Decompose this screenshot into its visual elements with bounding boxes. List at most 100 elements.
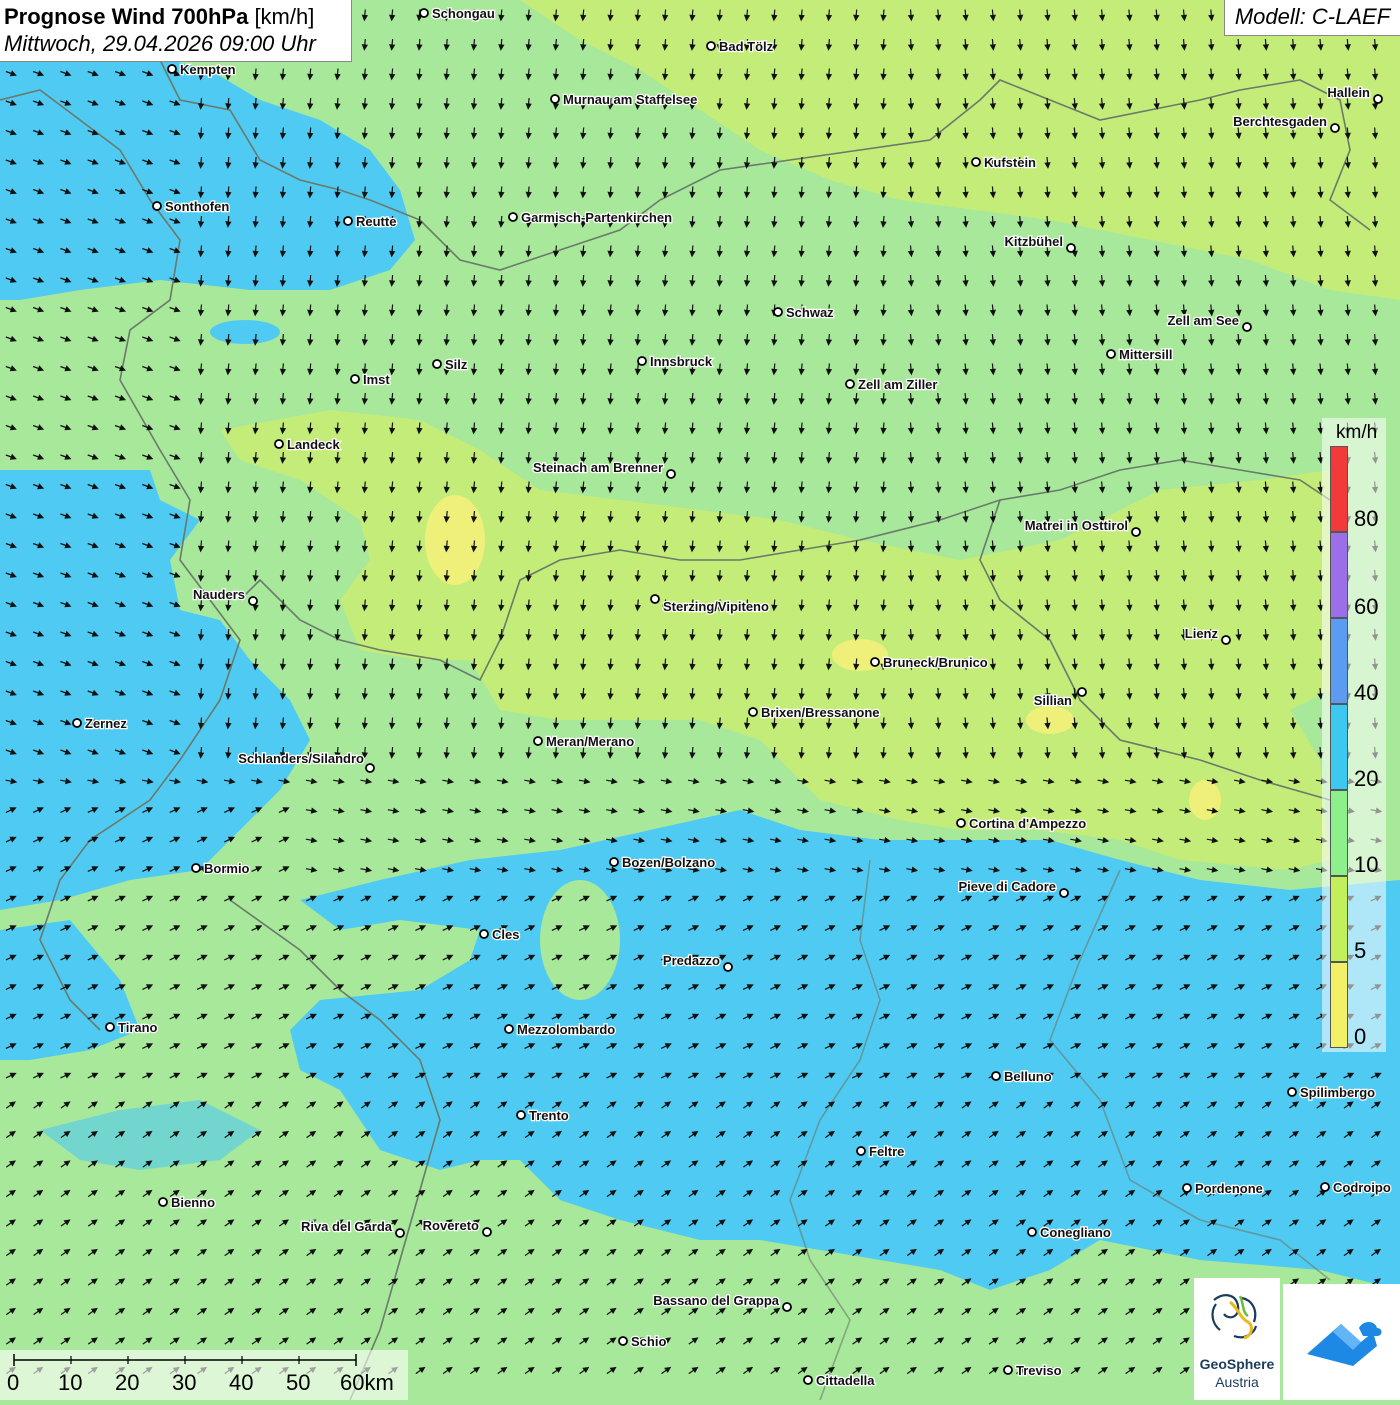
- city-bruneck-brunico: Bruneck/Brunico: [870, 654, 989, 671]
- city-label: Schlanders/Silandro: [238, 751, 364, 766]
- zone-0-5-2: [832, 639, 888, 671]
- city-dot: [395, 1228, 405, 1238]
- city-label: Bienno: [171, 1195, 215, 1210]
- city-label: Landeck: [287, 437, 341, 452]
- city-dot: [1003, 1365, 1013, 1375]
- city-label: Bassano del Grappa: [653, 1293, 779, 1308]
- city-dot: [1131, 527, 1141, 537]
- city-label: Treviso: [1016, 1363, 1062, 1378]
- city-label: Hallein: [1327, 85, 1370, 100]
- city-label: Schwaz: [786, 305, 834, 320]
- city-label: Trento: [529, 1108, 569, 1123]
- city-dot: [609, 857, 619, 867]
- city-zell-am-ziller: Zell am Ziller: [845, 376, 939, 393]
- city-sonthofen: Sonthofen: [152, 198, 231, 215]
- city-label: Rovereto: [423, 1218, 479, 1233]
- city-dot: [432, 359, 442, 369]
- city-dot: [748, 707, 758, 717]
- city-schongau: Schongau: [419, 5, 496, 22]
- scale-line: [13, 1354, 357, 1366]
- zone-10-20-island: [540, 880, 620, 1000]
- legend-tick-60: 60: [1354, 594, 1379, 619]
- city-label: Bozen/Bolzano: [622, 855, 715, 870]
- city-label: Kempten: [180, 62, 236, 77]
- city-dot: [419, 8, 429, 18]
- title-unit: [km/h]: [254, 4, 315, 29]
- city-dot: [856, 1146, 866, 1156]
- city-dot: [1242, 322, 1252, 332]
- city-dot: [508, 212, 518, 222]
- city-label: Bormio: [204, 861, 250, 876]
- city-dot: [72, 718, 82, 728]
- legend-tick-20: 20: [1354, 766, 1379, 791]
- city-label: Cittadella: [816, 1373, 875, 1388]
- city-brixen-bressanone: Brixen/Bressanone: [748, 704, 881, 721]
- city-label: Zell am See: [1167, 313, 1239, 328]
- city-dot: [365, 763, 375, 773]
- city-label: Belluno: [1004, 1069, 1052, 1084]
- city-dot: [650, 594, 660, 604]
- city-cortina-d-ampezzo: Cortina d'Ampezzo: [956, 815, 1088, 832]
- city-label: Mittersill: [1119, 347, 1172, 362]
- city-dot: [479, 929, 489, 939]
- city-label: Bruneck/Brunico: [883, 655, 988, 670]
- city-label: Berchtesgaden: [1233, 114, 1327, 129]
- legend-tick-40: 40: [1354, 680, 1379, 705]
- city-dot: [105, 1022, 115, 1032]
- wind-map: Schongau Bad Tölz Kempten Murnau am Staffel…: [0, 0, 1400, 1400]
- city-label: Schongau: [432, 6, 495, 21]
- city-label: Spilimbergo: [1300, 1085, 1375, 1100]
- city-label: Schio: [631, 1334, 666, 1349]
- city-label: Predazzo: [663, 953, 720, 968]
- city-dot: [533, 736, 543, 746]
- city-dot: [956, 818, 966, 828]
- city-label: Cortina d'Ampezzo: [969, 816, 1086, 831]
- forecast-date: Mittwoch, 29.04.2026 09:00 Uhr: [4, 31, 316, 56]
- city-dot: [1330, 123, 1340, 133]
- city-label: Murnau am Staffelsee: [563, 92, 697, 107]
- city-label: Imst: [363, 372, 390, 387]
- city-mezzolombardo: Mezzolombardo: [504, 1021, 617, 1038]
- city-dot: [191, 863, 201, 873]
- city-dot: [773, 307, 783, 317]
- city-label: Pieve di Cadore: [958, 879, 1056, 894]
- city-dot: [516, 1110, 526, 1120]
- city-label: Bad Tölz: [719, 39, 774, 54]
- city-dot: [991, 1071, 1001, 1081]
- city-bozen-bolzano: Bozen/Bolzano: [609, 854, 716, 871]
- model-label: Modell: C-LAEF: [1224, 0, 1400, 36]
- city-label: Cles: [492, 927, 519, 942]
- city-label: Lienz: [1185, 626, 1219, 641]
- city-label: Garmisch-Partenkirchen: [521, 210, 672, 225]
- zone-0-5-4: [1189, 780, 1221, 820]
- city-label: Meran/Merano: [546, 734, 634, 749]
- city-label: Zernez: [85, 716, 127, 731]
- city-dot: [1320, 1182, 1330, 1192]
- scale-bar: 0 10 20 30 40 50 60km: [0, 1350, 408, 1400]
- legend-class-0: [1330, 962, 1348, 1048]
- city-dot: [1373, 94, 1383, 104]
- city-label: Reutte: [356, 214, 396, 229]
- city-label: Nauders: [193, 587, 245, 602]
- city-dot: [1182, 1183, 1192, 1193]
- city-label: Sonthofen: [165, 199, 229, 214]
- city-label: Codroipo: [1333, 1180, 1391, 1195]
- legend-class-80: [1330, 446, 1348, 532]
- city-label: Riva del Garda: [301, 1219, 393, 1234]
- city-label: Kufstein: [984, 155, 1036, 170]
- city-dot: [1066, 243, 1076, 253]
- legend-unit: km/h: [1336, 422, 1378, 443]
- legend-class-60: [1330, 532, 1348, 618]
- city-label: Mezzolombardo: [517, 1022, 615, 1037]
- legend-tick-10: 10: [1354, 852, 1379, 877]
- city-label: Conegliano: [1040, 1225, 1111, 1240]
- title-bold: Prognose Wind 700hPa: [4, 4, 249, 29]
- city-dot: [1287, 1087, 1297, 1097]
- city-spilimbergo: Spilimbergo: [1287, 1084, 1376, 1101]
- map-title: Prognose Wind 700hPa [km/h]: [4, 3, 347, 30]
- city-label: Sterzing/Vipiteno: [663, 599, 769, 614]
- city-dot: [618, 1336, 628, 1346]
- city-label: Kitzbühel: [1005, 234, 1064, 249]
- city-dot: [803, 1375, 813, 1385]
- city-dot: [1106, 349, 1116, 359]
